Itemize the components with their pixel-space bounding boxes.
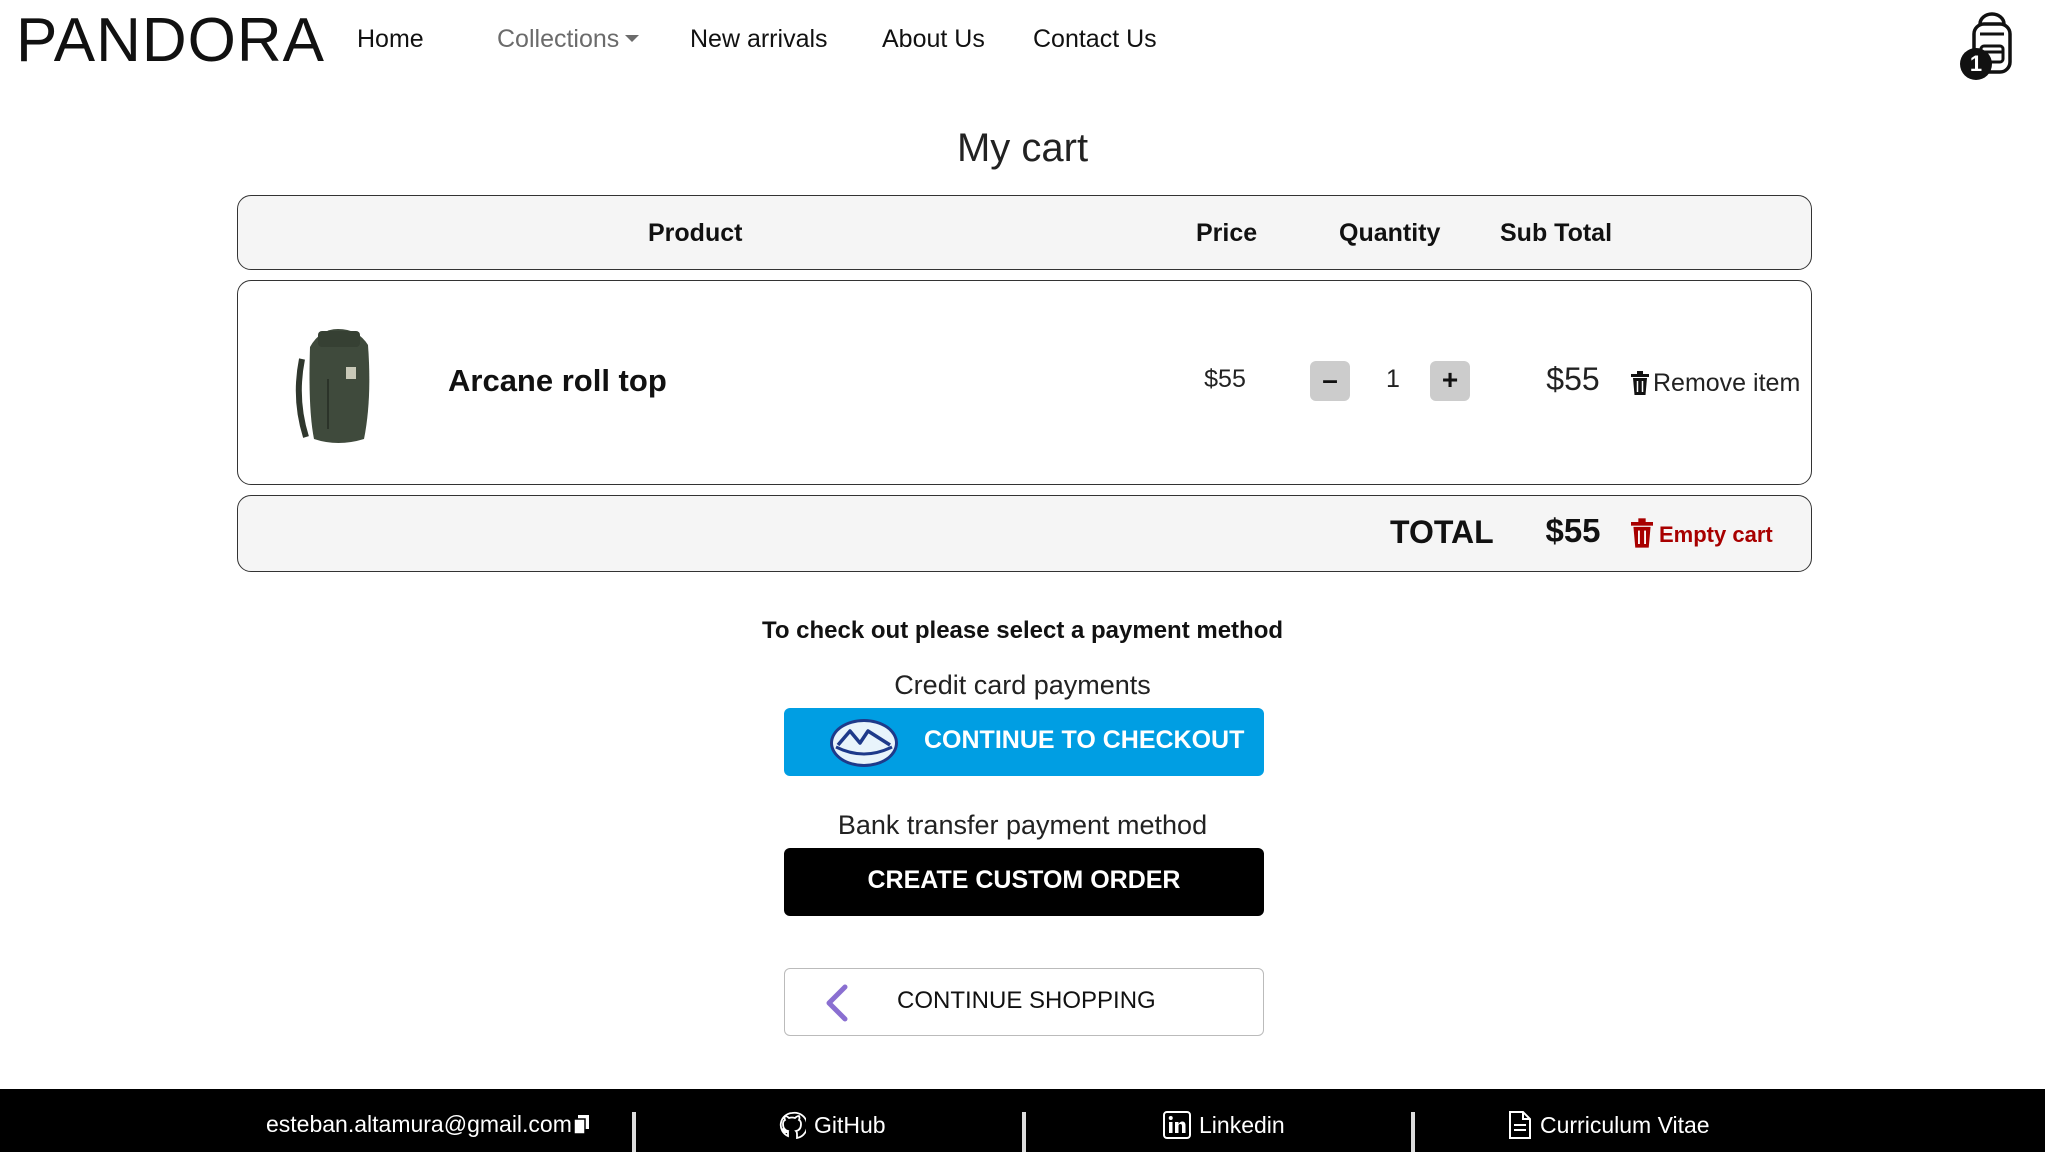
- copy-icon: [573, 1115, 589, 1135]
- brand-logo[interactable]: PANDORA: [16, 6, 325, 76]
- footer-linkedin-link[interactable]: Linkedin: [1163, 1111, 1285, 1139]
- nav-dropdown-collections[interactable]: Collections: [497, 22, 640, 56]
- empty-cart-label: Empty cart: [1659, 522, 1773, 547]
- cart-total-bar: TOTAL $55 Empty cart: [237, 495, 1812, 572]
- footer-email: esteban.altamura@gmail.com: [266, 1111, 572, 1137]
- cart-table-header: Product Price Quantity Sub Total: [237, 195, 1812, 270]
- nav-link-contact[interactable]: Contact Us: [1033, 22, 1157, 56]
- nav-link-new-arrivals[interactable]: New arrivals: [690, 22, 828, 56]
- footer-divider: [632, 1112, 636, 1152]
- nav-link-home[interactable]: Home: [357, 22, 424, 56]
- credit-card-label: Credit card payments: [894, 670, 1151, 700]
- nav-collections-label: Collections: [497, 25, 620, 53]
- document-icon: [1509, 1111, 1531, 1139]
- caret-down-icon: [625, 34, 640, 42]
- top-navbar: PANDORA Home Collections New arrivals Ab…: [0, 0, 2045, 84]
- item-subtotal: $55: [1546, 361, 1600, 397]
- page-title: My cart: [956, 126, 1089, 170]
- cart-count-badge: 1: [1960, 48, 1992, 80]
- mercadopago-handshake-icon: [830, 719, 898, 767]
- quantity-decrease-button[interactable]: –: [1310, 361, 1350, 401]
- item-quantity: 1: [1386, 365, 1400, 393]
- header-price: Price: [1196, 219, 1258, 247]
- product-name[interactable]: Arcane roll top: [448, 363, 667, 399]
- remove-item-button[interactable]: Remove item: [1631, 369, 1800, 398]
- item-price: $55: [1204, 365, 1246, 393]
- footer-cv-label: Curriculum Vitae: [1540, 1112, 1710, 1138]
- remove-item-label: Remove item: [1653, 369, 1801, 397]
- footer-github-label: GitHub: [814, 1112, 886, 1138]
- bank-transfer-label: Bank transfer payment method: [837, 810, 1208, 840]
- footer-divider: [1022, 1112, 1026, 1152]
- footer-email-link[interactable]: esteban.altamura@gmail.com: [266, 1111, 590, 1138]
- header-quantity: Quantity: [1339, 219, 1441, 247]
- continue-shopping-label: CONTINUE SHOPPING: [897, 987, 1156, 1014]
- footer-linkedin-label: Linkedin: [1199, 1112, 1285, 1138]
- linkedin-icon: [1163, 1111, 1191, 1139]
- total-label: TOTAL: [1390, 514, 1494, 550]
- trash-icon: [1631, 518, 1653, 548]
- quantity-increase-button[interactable]: +: [1430, 361, 1470, 401]
- footer: esteban.altamura@gmail.com GitHub Linked…: [0, 1089, 2045, 1152]
- total-value: $55: [1545, 512, 1601, 549]
- github-icon: [779, 1111, 809, 1140]
- nav-link-about[interactable]: About Us: [882, 22, 985, 56]
- product-thumbnail: [295, 329, 370, 443]
- checkout-hint: To check out please select a payment met…: [761, 617, 1284, 644]
- continue-to-checkout-button[interactable]: CONTINUE TO CHECKOUT: [784, 708, 1264, 776]
- create-custom-order-label: CREATE CUSTOM ORDER: [867, 866, 1181, 894]
- footer-cv-link[interactable]: Curriculum Vitae: [1508, 1111, 1710, 1139]
- continue-shopping-button[interactable]: CONTINUE SHOPPING: [784, 968, 1264, 1036]
- header-product: Product: [648, 219, 743, 247]
- continue-to-checkout-label: CONTINUE TO CHECKOUT: [924, 726, 1245, 754]
- header-subtotal: Sub Total: [1500, 219, 1613, 247]
- trash-icon: [1631, 371, 1649, 395]
- create-custom-order-button[interactable]: CREATE CUSTOM ORDER: [784, 848, 1264, 916]
- footer-github-link[interactable]: GitHub: [778, 1111, 886, 1140]
- footer-divider: [1411, 1112, 1415, 1152]
- empty-cart-button[interactable]: Empty cart: [1631, 518, 1773, 548]
- chevron-left-icon: [826, 984, 848, 1022]
- cart-item-row: Arcane roll top $55 – 1 + $55 Remove ite…: [237, 280, 1812, 485]
